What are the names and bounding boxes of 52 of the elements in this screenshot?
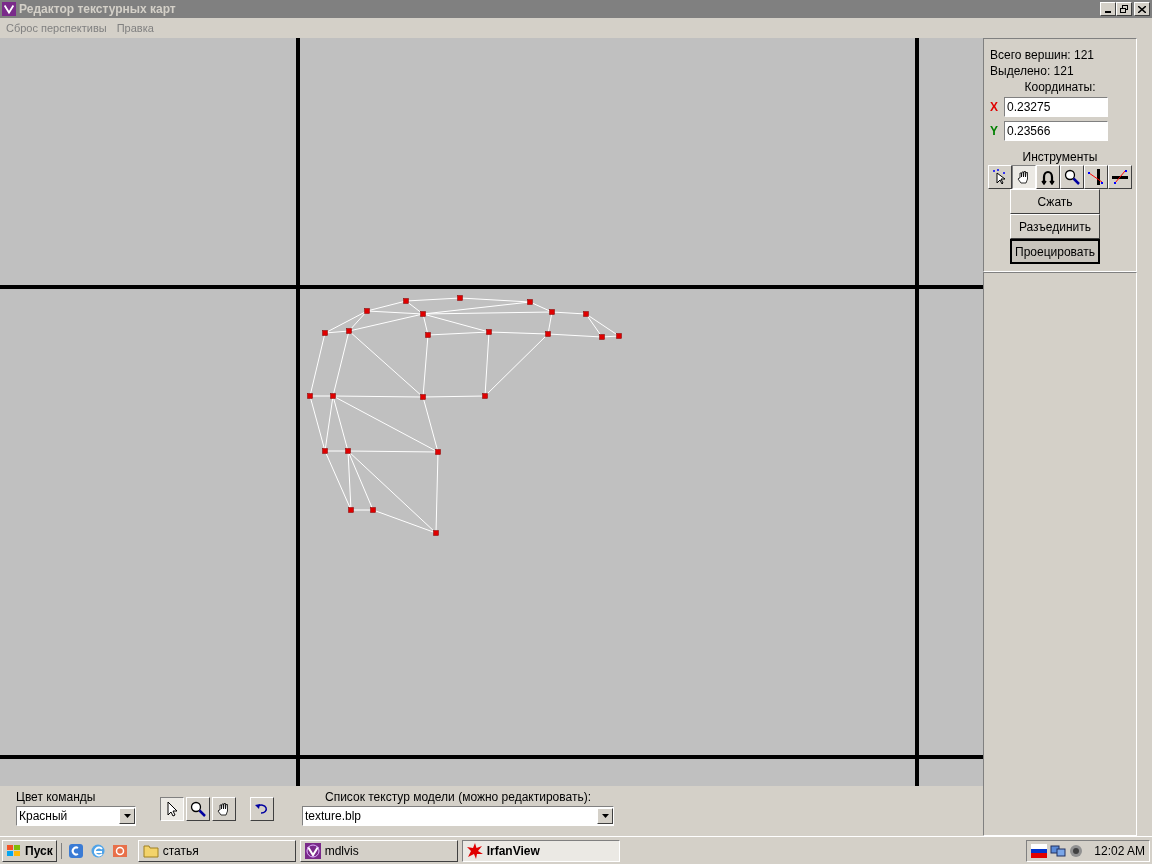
- network-icon[interactable]: [1050, 843, 1067, 858]
- tool-button[interactable]: [1012, 165, 1036, 189]
- restore-button[interactable]: [1116, 2, 1132, 16]
- windows-logo-icon: [6, 843, 22, 858]
- dropdown-arrow-button[interactable]: [597, 808, 613, 824]
- texture-dropdown[interactable]: texture.blp: [302, 806, 614, 826]
- russian-flag-icon[interactable]: [1031, 843, 1048, 858]
- window-title: Редактор текстурных карт: [19, 1, 177, 18]
- mirror-vertical-icon: [1088, 169, 1104, 185]
- view-tool-button[interactable]: [160, 797, 184, 821]
- caret-icon: [601, 814, 609, 818]
- restore-icon: [1120, 5, 1128, 13]
- taskbar-button[interactable]: mdlvis: [299, 839, 458, 862]
- speaker-icon[interactable]: [1069, 843, 1084, 858]
- action-button[interactable]: Проецировать: [1010, 239, 1100, 264]
- close-icon: [1138, 5, 1146, 13]
- taskbar-button[interactable]: IrfanView: [461, 839, 620, 862]
- globe-icon[interactable]: [89, 842, 106, 859]
- texture-list-label: Список текстур модели (можно редактировать):: [325, 790, 591, 804]
- tools-label: Инструменты: [1022, 149, 1098, 165]
- dotted-arrow-icon: [992, 169, 1008, 185]
- selected-vertices-text: Выделено: 121: [990, 63, 1075, 79]
- splat-icon: [466, 842, 483, 859]
- minimize-button[interactable]: [1100, 2, 1116, 16]
- mirror-horizontal-icon: [1112, 169, 1128, 185]
- y-axis-label: Y: [990, 123, 999, 140]
- action-button[interactable]: Разъединить: [1010, 214, 1100, 239]
- x-axis-label: X: [990, 99, 999, 116]
- app-logo-icon: [2, 2, 16, 16]
- search-icon: [1064, 169, 1080, 185]
- undo-icon: [255, 803, 269, 815]
- y-coordinate-field[interactable]: 0.23566: [1004, 121, 1108, 141]
- folder-icon: [142, 843, 159, 858]
- x-coordinate-field[interactable]: 0.23275: [1004, 97, 1108, 117]
- action-button[interactable]: Сжать: [1010, 189, 1100, 214]
- media-icon[interactable]: [111, 842, 128, 859]
- clock: 12:02 AM: [1094, 842, 1145, 860]
- undo-button[interactable]: [250, 797, 274, 821]
- start-button[interactable]: Пуск: [2, 839, 57, 862]
- team-color-dropdown[interactable]: Красный: [16, 806, 136, 826]
- total-vertices-text: Всего вершин: 121: [990, 47, 1096, 63]
- close-button[interactable]: [1134, 2, 1150, 16]
- app-logo-icon: [304, 842, 321, 859]
- search-icon: [190, 801, 206, 817]
- team-color-label: Цвет команды: [16, 790, 97, 804]
- rotate-icon: [1040, 169, 1056, 185]
- app-icon[interactable]: [67, 842, 84, 859]
- arrow-pointer-icon: [164, 801, 180, 817]
- dropdown-arrow-button[interactable]: [119, 808, 135, 824]
- caret-icon: [123, 814, 131, 818]
- coordinates-label: Координаты:: [1024, 79, 1096, 95]
- taskbar-button[interactable]: статья: [137, 839, 296, 862]
